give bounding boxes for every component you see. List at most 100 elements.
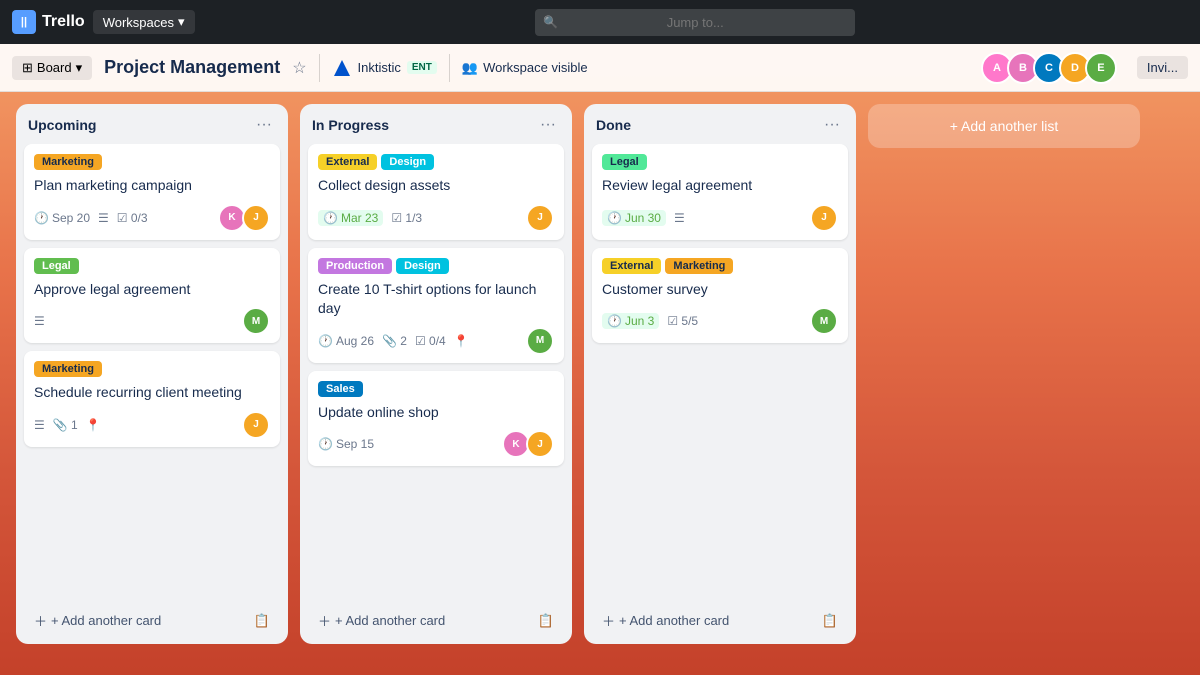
clock-icon: 🕐: [34, 211, 49, 225]
board-dropdown-icon: ▾: [76, 60, 83, 76]
card[interactable]: SalesUpdate online shop🕐 Sep 15KJ: [308, 371, 564, 467]
card[interactable]: Marketing Schedule recurring client meeti…: [24, 351, 280, 447]
card-avatar: J: [242, 204, 270, 232]
card-avatar: J: [526, 430, 554, 458]
card-label: Marketing: [34, 154, 102, 170]
trello-logo: || Trello: [12, 10, 85, 34]
card-desc-icon: ☰: [34, 418, 45, 432]
list-footer: ＋ + Add another card 📋: [300, 597, 572, 644]
card-title: Schedule recurring client meeting: [34, 383, 270, 403]
star-button[interactable]: ☆: [292, 58, 306, 78]
add-card-button[interactable]: ＋ + Add another card 📋: [24, 605, 280, 636]
card-label: Legal: [34, 258, 79, 274]
card-meta: 🕐 Mar 23☑ 1/3: [318, 210, 422, 226]
card-meta: 🕐 Sep 15: [318, 437, 374, 451]
card-avatar: J: [242, 411, 270, 439]
card-date: 🕐 Jun 30: [602, 210, 666, 226]
top-nav: || Trello Workspaces ▾ 🔍: [0, 0, 1200, 44]
avatar[interactable]: E: [1085, 52, 1117, 84]
card-avatar: J: [810, 204, 838, 232]
card[interactable]: MarketingPlan marketing campaign🕐 Sep 20…: [24, 144, 280, 240]
card-template-icon: 📋: [822, 613, 838, 629]
card-avatar: M: [810, 307, 838, 335]
card-meta: 🕐 Jun 3☑ 5/5: [602, 313, 698, 329]
card-labels: Marketing: [34, 154, 270, 170]
workspace-name: Inktistic: [358, 60, 401, 75]
card-desc-icon: ☰: [98, 211, 109, 225]
card-avatar: J: [526, 204, 554, 232]
clock-icon: 🕐: [607, 211, 622, 225]
list-title: In Progress: [312, 117, 389, 133]
location-icon: 📍: [86, 418, 101, 432]
card-meta-row: ☰M: [34, 307, 270, 335]
card[interactable]: ExternalDesignCollect design assets🕐 Mar…: [308, 144, 564, 240]
card-meta-row: 🕐 Sep 20☰☑ 0/3KJ: [34, 204, 270, 232]
visibility-chip[interactable]: 👥 Workspace visible: [462, 60, 588, 76]
list-menu-button[interactable]: ···: [820, 114, 844, 136]
card-attachments: 📎 2: [382, 334, 407, 348]
card-labels: Marketing: [34, 361, 270, 377]
workspace-logo-icon: [332, 58, 352, 78]
list-title: Done: [596, 117, 631, 133]
ent-badge: ENT: [407, 61, 437, 74]
card-meta-row: ☰📎 1📍 J: [34, 411, 270, 439]
card-avatars: KJ: [218, 204, 270, 232]
card-labels: Legal: [34, 258, 270, 274]
list-header: In Progress ···: [300, 104, 572, 144]
divider2: [449, 54, 450, 82]
card[interactable]: LegalApprove legal agreement☰M: [24, 248, 280, 344]
plus-icon: ＋: [34, 611, 47, 630]
card-label: Design: [381, 154, 434, 170]
card-date: 🕐 Jun 3: [602, 313, 659, 329]
card-avatar: M: [242, 307, 270, 335]
add-card-button[interactable]: ＋ + Add another card 📋: [592, 605, 848, 636]
add-card-button[interactable]: ＋ + Add another card 📋: [308, 605, 564, 636]
search-wrapper: 🔍: [535, 9, 855, 36]
board-content: Upcoming ··· Marketing Plan marketing cam…: [0, 92, 1200, 675]
list-upcoming: Upcoming ··· Marketing Plan marketing cam…: [16, 104, 288, 644]
workspaces-label: Workspaces: [103, 15, 174, 30]
card[interactable]: LegalReview legal agreement🕐 Jun 30☰J: [592, 144, 848, 240]
divider: [319, 54, 320, 82]
card-label: Marketing: [665, 258, 733, 274]
add-card-label: ＋ + Add another card: [602, 611, 729, 630]
card-label: Legal: [602, 154, 647, 170]
card-avatars: J: [526, 204, 554, 232]
card-meta: 🕐 Jun 30☰: [602, 210, 685, 226]
card-title: Plan marketing campaign: [34, 176, 270, 196]
add-list-button[interactable]: + Add another list: [868, 104, 1140, 148]
card-checklist: ☑ 0/3: [117, 211, 148, 225]
list-body: LegalReview legal agreement🕐 Jun 30☰JExt…: [584, 144, 856, 597]
workspace-chip: Inktistic ENT: [332, 58, 437, 78]
card[interactable]: ExternalMarketingCustomer survey🕐 Jun 3☑…: [592, 248, 848, 344]
list-header: Done ···: [584, 104, 856, 144]
card-avatars: J: [810, 204, 838, 232]
card-avatars: J: [242, 411, 270, 439]
list-footer: ＋ + Add another card 📋: [584, 597, 856, 644]
board-label: Board: [37, 60, 72, 75]
invite-button[interactable]: Invi...: [1137, 56, 1188, 79]
card-desc-icon: ☰: [34, 314, 45, 328]
list-menu-button[interactable]: ···: [252, 114, 276, 136]
workspaces-button[interactable]: Workspaces ▾: [93, 10, 195, 34]
card-label: Marketing: [34, 361, 102, 377]
member-avatars: A B C D E: [981, 52, 1117, 84]
card-title: Approve legal agreement: [34, 280, 270, 300]
search-input[interactable]: [535, 9, 855, 36]
list-title: Upcoming: [28, 117, 96, 133]
list-menu-button[interactable]: ···: [536, 114, 560, 136]
list-header: Upcoming ···: [16, 104, 288, 144]
card-title: Create 10 T-shirt options for launch day: [318, 280, 554, 319]
card-template-icon: 📋: [538, 613, 554, 629]
card-meta-row: 🕐 Aug 26📎 2☑ 0/4📍M: [318, 327, 554, 355]
card-meta: 🕐 Sep 20☰☑ 0/3: [34, 211, 148, 225]
card-meta: 🕐 Aug 26📎 2☑ 0/4📍: [318, 334, 469, 348]
clock-icon: 🕐: [318, 334, 333, 348]
card-labels: ExternalMarketing: [602, 258, 838, 274]
board-view-button[interactable]: ⊞ Board ▾: [12, 56, 92, 80]
card-label: External: [318, 154, 377, 170]
card-meta: ☰📎 1📍: [34, 418, 101, 432]
card-labels: ProductionDesign: [318, 258, 554, 274]
card-labels: Legal: [602, 154, 838, 170]
card[interactable]: ProductionDesign Create 10 T-shirt option…: [308, 248, 564, 363]
